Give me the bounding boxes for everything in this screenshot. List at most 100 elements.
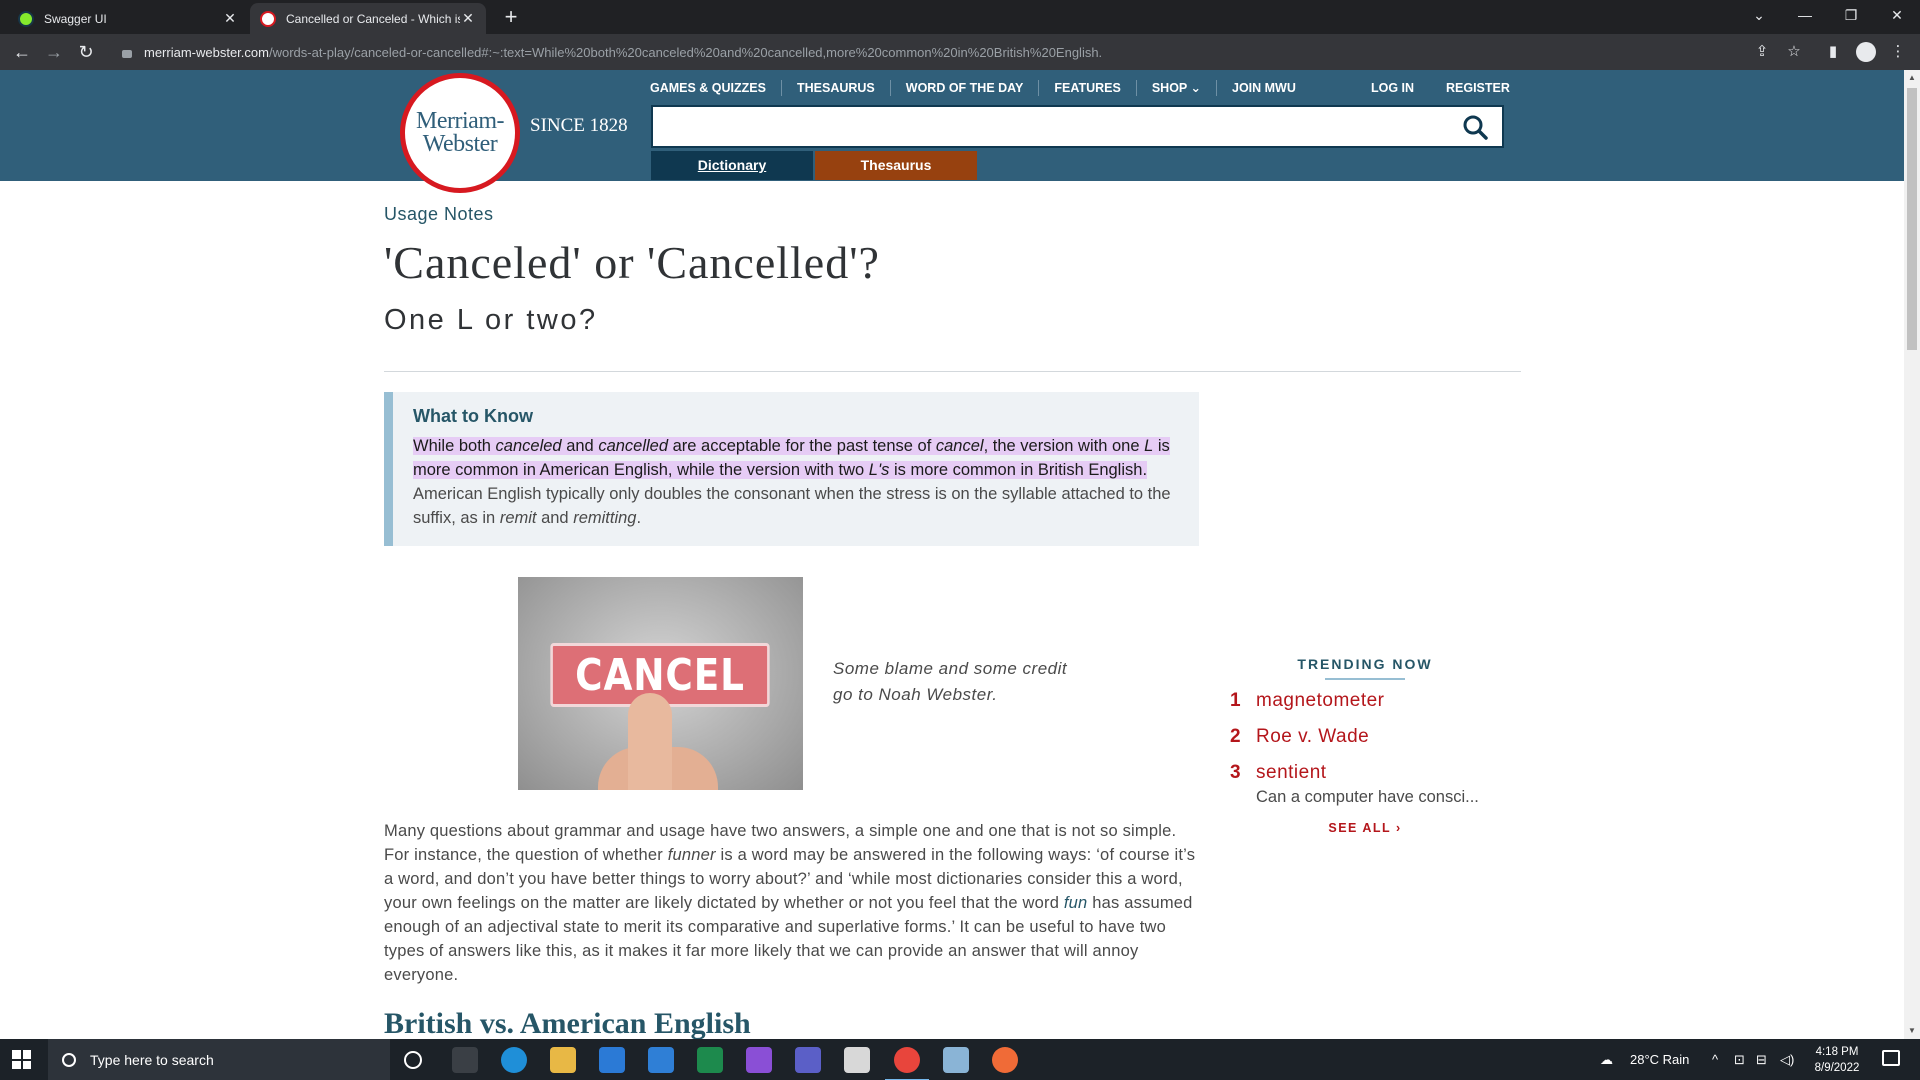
what-to-know-box: What to Know While both canceled and can… [384,392,1199,546]
caption-line-2: go to Noah Webster. [833,685,998,704]
page-subtitle: One L or two? [384,304,598,336]
network-icon[interactable]: ⊟ [1756,1039,1767,1080]
image-caption: Some blame and some credit go to Noah We… [833,656,1067,708]
url-path: /words-at-play/canceled-or-cancelled#:~:… [268,44,1103,60]
scroll-down-icon[interactable]: ▼ [1904,1023,1920,1039]
nav-word-of-the-day[interactable]: WORD OF THE DAY [891,80,1040,96]
file-explorer-icon[interactable] [550,1047,576,1073]
tab-search-icon[interactable]: ⌄ [1736,0,1782,30]
app-window-icon[interactable] [844,1047,870,1073]
side-panel-icon[interactable]: ▮ [1823,42,1843,62]
trending-item[interactable]: 1 magnetometer [1230,690,1530,712]
weather-text[interactable]: 28°C Rain [1630,1039,1689,1080]
windows-start-icon[interactable] [12,1050,31,1069]
merriam-webster-logo[interactable]: Merriam- Webster [400,73,520,193]
swagger-favicon-icon [18,10,34,27]
search-box [651,105,1504,148]
volume-icon[interactable]: ◁) [1780,1039,1794,1080]
trending-item[interactable]: 2 Roe v. Wade [1230,726,1530,748]
highlighted-text: While both canceled and cancelled are ac… [413,437,1170,479]
tab-title: Cancelled or Canceled - Which is [286,11,460,26]
task-view-icon[interactable] [452,1047,478,1073]
mail-icon[interactable] [648,1047,674,1073]
login-link[interactable]: LOG IN [1371,80,1414,96]
notification-center-icon[interactable] [1882,1050,1900,1066]
trending-word[interactable]: Roe v. Wade [1256,726,1369,748]
page-title: 'Canceled' or 'Cancelled'? [384,237,880,288]
page-scrollbar[interactable]: ▲ ▼ [1904,70,1920,1039]
chrome-icon[interactable] [885,1047,929,1080]
see-all-link[interactable]: SEE ALL › [1230,821,1500,835]
tab-merriam-webster[interactable]: Cancelled or Canceled - Which is ✕ [250,3,486,34]
postman-icon[interactable] [992,1047,1018,1073]
restore-icon[interactable]: ❐ [1828,0,1874,30]
cancel-button-photo: CANCEL [518,577,803,790]
article-category[interactable]: Usage Notes [384,204,494,225]
new-tab-icon[interactable]: + [498,5,524,31]
weather-icon[interactable]: ☁ [1600,1039,1613,1080]
back-icon[interactable]: ← [10,40,34,64]
close-tab-icon[interactable]: ✕ [460,10,476,27]
windows-taskbar: Type here to search ☁ 28°C Rain ^ ⊡ ⊟ ◁)… [0,1039,1920,1080]
cortana-icon[interactable] [404,1051,422,1069]
logo-text-line1: Merriam- [416,108,504,134]
taskbar-search[interactable]: Type here to search [48,1039,390,1080]
browser-tabstrip: Swagger UI ✕ Cancelled or Canceled - Whi… [0,0,1920,34]
see-all-label: SEE ALL [1328,821,1391,835]
search-input[interactable] [653,107,1453,146]
tab-dictionary[interactable]: Dictionary [651,151,813,180]
article-paragraph: Many questions about grammar and usage h… [384,822,1196,984]
edge-icon[interactable] [501,1047,527,1073]
menu-kebab-icon[interactable]: ⋮ [1888,42,1908,62]
trending-rule [1325,678,1405,680]
nav-thesaurus[interactable]: THESAURUS [782,80,891,96]
tab-title: Swagger UI [44,11,107,26]
trending-rank: 3 [1230,762,1241,783]
lock-icon [122,50,132,58]
chevron-right-icon: › [1395,821,1402,835]
share-icon[interactable]: ⇪ [1752,42,1772,62]
what-to-know-text: While both canceled and cancelled are ac… [413,437,1171,527]
trending-word[interactable]: magnetometer [1256,690,1385,712]
taskbar-clock[interactable]: 4:18 PM 8/9/2022 [1805,1044,1869,1076]
close-tab-icon[interactable]: ✕ [222,10,238,27]
tray-chevron-icon[interactable]: ^ [1712,1039,1718,1080]
scroll-up-icon[interactable]: ▲ [1904,70,1920,86]
excel-icon[interactable] [697,1047,723,1073]
trending-item[interactable]: 3 sentient Can a computer have consci... [1230,762,1530,807]
bookmark-star-icon[interactable]: ☆ [1784,42,1804,62]
reload-icon[interactable]: ↻ [74,40,98,64]
tab-dictionary-label: Dictionary [697,157,767,173]
trending-rank: 2 [1230,726,1241,747]
search-icon [62,1052,76,1067]
trending-rank: 1 [1230,690,1241,711]
forward-icon[interactable]: → [42,40,66,64]
clock-time: 4:18 PM [1815,1046,1859,1058]
teams-icon[interactable] [795,1047,821,1073]
visual-studio-icon[interactable] [746,1047,772,1073]
caption-line-1: Some blame and some credit [833,659,1068,678]
tab-swagger-ui[interactable]: Swagger UI ✕ [8,3,248,34]
nav-games-quizzes[interactable]: GAMES & QUIZZES [640,80,782,96]
since-1828: SINCE 1828 [530,115,628,136]
trending-word[interactable]: sentient [1256,762,1479,784]
window-close-icon[interactable]: ✕ [1874,0,1920,30]
fun-link[interactable]: fun [1064,894,1088,912]
meet-now-icon[interactable]: ⊡ [1734,1039,1745,1080]
nav-features[interactable]: FEATURES [1039,80,1137,96]
notes-icon[interactable] [943,1047,969,1073]
nav-join-mwu[interactable]: JOIN MWU [1217,80,1311,96]
tab-thesaurus[interactable]: Thesaurus [815,151,977,180]
address-bar[interactable]: merriam-webster.com /words-at-play/cance… [108,38,1798,66]
minimize-icon[interactable]: — [1782,0,1828,30]
scrollbar-thumb[interactable] [1907,88,1917,350]
search-icon[interactable] [1462,114,1488,140]
store-icon[interactable] [599,1047,625,1073]
clock-date: 8/9/2022 [1814,1062,1860,1074]
profile-icon[interactable] [1856,42,1876,62]
trending-subtitle[interactable]: Can a computer have consci... [1256,788,1479,807]
section-heading: British vs. American English [384,1007,751,1039]
register-link[interactable]: REGISTER [1446,80,1510,96]
nav-shop[interactable]: SHOP ⌄ [1137,80,1217,96]
trending-heading: TRENDING NOW [1297,656,1433,672]
